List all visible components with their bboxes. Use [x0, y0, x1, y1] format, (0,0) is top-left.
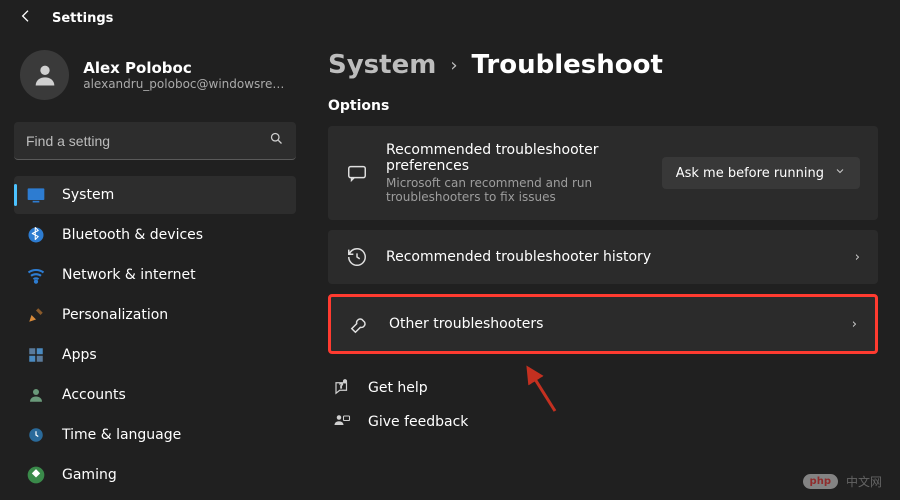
time-icon: [26, 425, 46, 445]
nav-label: Gaming: [62, 467, 117, 483]
give-feedback-link[interactable]: Give feedback: [332, 412, 878, 432]
get-help-link[interactable]: ? Get help: [332, 378, 878, 398]
nav-label: Personalization: [62, 307, 168, 323]
history-icon: [346, 246, 368, 268]
watermark-text: 中文网: [846, 473, 882, 490]
card-other-troubleshooters[interactable]: Other troubleshooters ›: [328, 294, 878, 354]
page-title: Troubleshoot: [472, 50, 663, 80]
card-recommended-preferences[interactable]: Recommended troubleshooter preferences M…: [328, 126, 878, 220]
watermark: php 中文网: [803, 473, 882, 490]
card-title: Recommended troubleshooter preferences: [386, 142, 644, 174]
nav-apps[interactable]: Apps: [14, 336, 296, 374]
wrench-icon: [349, 313, 371, 335]
accounts-icon: [26, 385, 46, 405]
nav-label: System: [62, 187, 114, 203]
section-heading: Options: [328, 98, 878, 114]
nav-label: Bluetooth & devices: [62, 227, 203, 243]
feedback-label: Give feedback: [368, 414, 468, 430]
network-icon: [26, 265, 46, 285]
nav-label: Accounts: [62, 387, 126, 403]
nav-label: Network & internet: [62, 267, 196, 283]
chat-icon: [346, 162, 368, 184]
watermark-badge: php: [803, 474, 838, 489]
chevron-right-icon: ›: [450, 55, 457, 76]
sidebar: Alex Poloboc alexandru_poloboc@windowsre…: [0, 36, 310, 500]
nav-label: Time & language: [62, 427, 181, 443]
nav-label: Apps: [62, 347, 97, 363]
user-email: alexandru_poloboc@windowsreport...: [83, 77, 290, 91]
user-block[interactable]: Alex Poloboc alexandru_poloboc@windowsre…: [14, 46, 296, 112]
gaming-icon: [26, 465, 46, 485]
card-title: Recommended troubleshooter history: [386, 249, 837, 265]
title-bar: Settings: [0, 0, 900, 36]
search-input[interactable]: [26, 133, 269, 149]
help-icon: ?: [332, 378, 352, 398]
chevron-down-icon: [834, 165, 846, 181]
nav-bluetooth[interactable]: Bluetooth & devices: [14, 216, 296, 254]
breadcrumb-parent[interactable]: System: [328, 50, 436, 80]
card-troubleshooter-history[interactable]: Recommended troubleshooter history ›: [328, 230, 878, 284]
feedback-icon: [332, 412, 352, 432]
nav-accounts[interactable]: Accounts: [14, 376, 296, 414]
system-icon: [26, 185, 46, 205]
nav-gaming[interactable]: Gaming: [14, 456, 296, 494]
breadcrumb: System › Troubleshoot: [328, 50, 878, 80]
svg-text:?: ?: [339, 382, 343, 390]
nav-network[interactable]: Network & internet: [14, 256, 296, 294]
app-title: Settings: [52, 11, 113, 26]
nav-time[interactable]: Time & language: [14, 416, 296, 454]
apps-icon: [26, 345, 46, 365]
dropdown-value: Ask me before running: [676, 166, 824, 181]
main-content: System › Troubleshoot Options Recommende…: [310, 36, 900, 500]
chevron-right-icon: ›: [855, 250, 860, 265]
nav-system[interactable]: System: [14, 176, 296, 214]
avatar: [20, 50, 69, 100]
preference-dropdown[interactable]: Ask me before running: [662, 157, 860, 189]
user-name: Alex Poloboc: [83, 59, 290, 77]
card-subtitle: Microsoft can recommend and run troubles…: [386, 176, 644, 204]
personalization-icon: [26, 305, 46, 325]
card-title: Other troubleshooters: [389, 316, 834, 332]
search-box[interactable]: [14, 122, 296, 160]
chevron-right-icon: ›: [852, 317, 857, 332]
help-links: ? Get help Give feedback: [328, 378, 878, 432]
bluetooth-icon: [26, 225, 46, 245]
help-label: Get help: [368, 380, 428, 396]
search-icon: [269, 131, 284, 150]
nav-list: System Bluetooth & devices Network & int…: [14, 176, 296, 494]
nav-personalization[interactable]: Personalization: [14, 296, 296, 334]
back-button[interactable]: [18, 8, 34, 28]
